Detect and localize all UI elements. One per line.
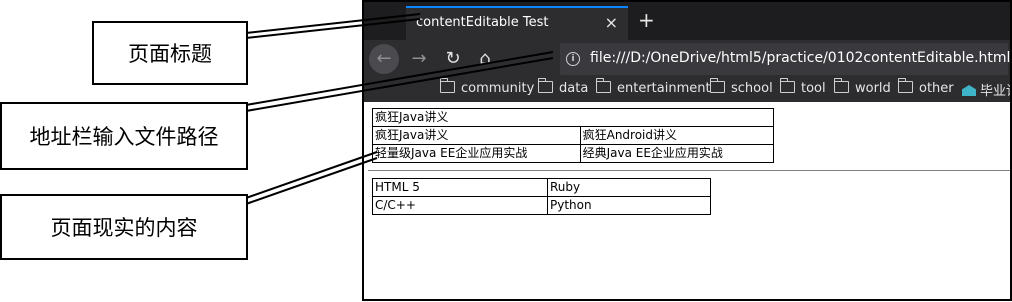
folder-icon — [897, 78, 913, 93]
folder-icon — [833, 78, 849, 93]
address-bar[interactable]: i file:///D:/OneDrive/html5/practice/010… — [560, 43, 1010, 75]
bookmark-graduation[interactable]: 毕业论 — [962, 80, 1010, 100]
callout-text: 地址栏输入文件路径 — [29, 125, 219, 149]
table-row: 疯狂Java讲义 疯狂Android讲义 — [372, 126, 775, 145]
info-icon[interactable]: i — [566, 52, 580, 66]
tab-title: contentEditable Test — [416, 15, 549, 30]
active-tab[interactable]: contentEditable Test × — [406, 6, 628, 40]
bookmark-data[interactable]: data — [537, 78, 588, 100]
bookmark-tool[interactable]: tool — [779, 78, 826, 100]
forward-arrow-icon[interactable]: → — [404, 44, 434, 74]
table-row: 疯狂Java讲义 — [372, 108, 774, 127]
callout-page-content: 页面现实的内容 — [0, 194, 248, 260]
table-row: HTML 5 Ruby — [372, 178, 711, 197]
table-cell[interactable]: 经典Java EE企业应用实战 — [579, 144, 775, 163]
table-cell[interactable]: HTML 5 — [372, 178, 548, 197]
horizontal-rule — [368, 170, 1010, 171]
bookmark-entertainment[interactable]: entertainment — [595, 78, 711, 100]
table-cell[interactable]: Python — [547, 196, 711, 215]
bookmark-world[interactable]: world — [833, 78, 891, 100]
table-languages[interactable]: HTML 5 Ruby C/C++ Python — [372, 178, 711, 215]
close-tab-icon[interactable]: × — [605, 13, 618, 32]
callout-text: 页面现实的内容 — [50, 216, 198, 240]
table-row: 轻量级Java EE企业应用实战 经典Java EE企业应用实战 — [372, 144, 775, 163]
callout-page-title: 页面标题 — [92, 21, 248, 85]
table-cell[interactable]: Ruby — [547, 178, 711, 197]
folder-icon — [537, 78, 553, 93]
navigation-toolbar: ← → ↻ ⌂ i file:///D:/OneDrive/html5/prac… — [364, 40, 1010, 78]
browser-window: contentEditable Test × + ← → ↻ ⌂ i file:… — [362, 0, 1012, 301]
folder-icon — [439, 78, 455, 93]
leader-content-line — [245, 151, 378, 205]
folder-icon — [595, 78, 611, 93]
reload-icon[interactable]: ↻ — [438, 44, 468, 74]
back-arrow-icon[interactable]: ← — [369, 44, 399, 74]
graduation-icon — [962, 85, 976, 96]
page-content: 疯狂Java讲义 疯狂Java讲义 疯狂Android讲义 轻量级Java EE… — [364, 102, 1010, 299]
bookmark-other[interactable]: other — [897, 78, 954, 100]
table-books[interactable]: 疯狂Java讲义 疯狂Java讲义 疯狂Android讲义 轻量级Java EE… — [372, 108, 775, 163]
table-row: C/C++ Python — [372, 196, 711, 215]
folder-icon — [779, 78, 795, 93]
url-text[interactable]: file:///D:/OneDrive/html5/practice/0102c… — [590, 50, 1010, 66]
home-icon[interactable]: ⌂ — [470, 44, 500, 74]
callout-address-path: 地址栏输入文件路径 — [0, 102, 248, 170]
callout-text: 页面标题 — [128, 42, 212, 66]
table-cell[interactable]: 疯狂Java讲义 — [372, 126, 581, 145]
table-cell[interactable]: 疯狂Android讲义 — [579, 126, 775, 145]
bookmark-community[interactable]: community — [439, 78, 534, 100]
new-tab-icon[interactable]: + — [638, 8, 655, 32]
bookmark-school[interactable]: school — [709, 78, 773, 100]
table-caption-cell[interactable]: 疯狂Java讲义 — [372, 108, 774, 127]
table-cell[interactable]: 轻量级Java EE企业应用实战 — [372, 144, 581, 163]
bookmarks-bar: community data entertainment school tool… — [364, 78, 1010, 102]
folder-icon — [709, 78, 725, 93]
tab-bar: contentEditable Test × + — [364, 2, 1010, 40]
table-cell[interactable]: C/C++ — [372, 196, 548, 215]
